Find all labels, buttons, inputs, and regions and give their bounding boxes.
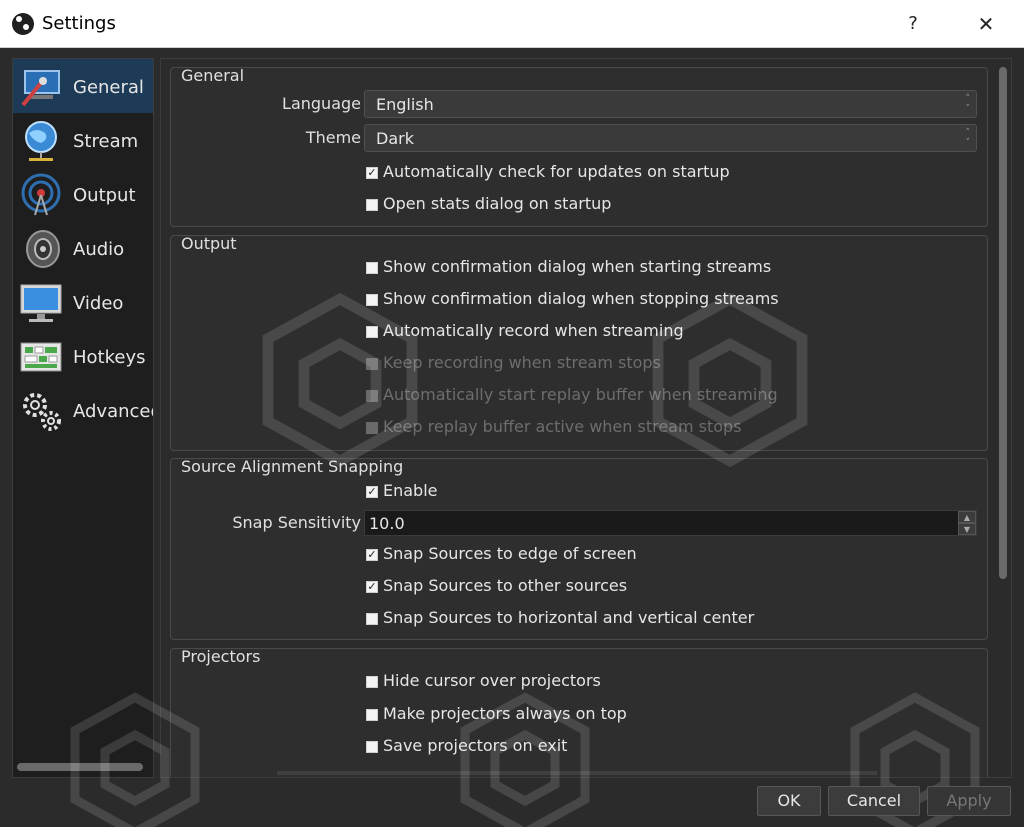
checkbox-icon	[366, 613, 378, 625]
help-button[interactable]: ?	[896, 8, 930, 40]
sidebar-item-label: Video	[73, 293, 124, 314]
sidebar-item-audio[interactable]: Audio	[13, 221, 153, 275]
snap-sensitivity-spinbox[interactable]: 10.0 ▲ ▼	[364, 510, 977, 536]
group-title: Output	[181, 234, 237, 253]
title-bar: Settings ? ✕	[0, 0, 1024, 48]
close-button[interactable]: ✕	[964, 8, 1008, 40]
sidebar-item-output[interactable]: Output	[13, 167, 153, 221]
sidebar-item-label: Advanced	[73, 401, 154, 422]
spin-arrows[interactable]: ▲ ▼	[958, 511, 976, 535]
group-title: General	[181, 66, 245, 85]
globe-icon	[25, 121, 57, 161]
output-signal-icon	[21, 173, 61, 216]
checkbox-label: Snap Sources to horizontal and vertical …	[383, 608, 755, 627]
watermark-cube-icon	[262, 292, 418, 468]
snap-sensitivity-value: 10.0	[369, 514, 405, 533]
watermark-cube-icon	[70, 692, 200, 827]
sidebar-item-hotkeys[interactable]: Hotkeys	[13, 329, 153, 383]
checkbox-icon	[366, 199, 378, 211]
checkbox-label: Enable	[383, 481, 438, 500]
sidebar-item-label: Hotkeys	[73, 347, 146, 368]
checkbox-icon	[366, 709, 378, 721]
checkbox-label: Automatically check for updates on start…	[383, 162, 730, 181]
checkmark-icon: ✓	[366, 485, 378, 498]
checkbox-label: Open stats dialog on startup	[383, 194, 612, 213]
checkbox-label: Show confirmation dialog when starting s…	[383, 257, 772, 276]
gears-icon	[23, 393, 61, 431]
sidebar-item-general[interactable]: General	[13, 59, 153, 113]
checkbox-icon	[366, 741, 378, 753]
arrow-up-icon[interactable]: ▲	[958, 511, 976, 523]
snapping-group: Source Alignment Snapping ✓ Enable Snap …	[170, 457, 988, 640]
spin-arrows-icon: ˄ ˅	[965, 94, 971, 114]
vertical-scrollbar[interactable]	[999, 67, 1007, 579]
settings-sidebar: General Stream Output Audio Video Hotkey…	[12, 58, 154, 778]
checkbox-label: Snap Sources to other sources	[383, 576, 628, 595]
checkbox-icon	[366, 262, 378, 274]
obs-logo-icon	[12, 13, 34, 35]
keyboard-icon	[20, 342, 62, 372]
checkmark-icon: ✓	[366, 166, 378, 179]
ok-button[interactable]: OK	[757, 786, 821, 816]
checkbox-icon	[366, 676, 378, 688]
theme-select[interactable]: Dark ˄ ˅	[364, 124, 977, 152]
monitor-icon	[20, 284, 62, 322]
window-title: Settings	[42, 13, 116, 34]
language-value: English	[376, 95, 434, 114]
snap-sensitivity-label: Snap Sensitivity	[232, 513, 361, 532]
general-icon	[21, 70, 60, 107]
checkmark-icon: ✓	[366, 580, 378, 593]
spin-arrows-icon: ˄ ˅	[965, 128, 971, 148]
watermark-cube-icon	[652, 292, 808, 468]
arrow-down-icon[interactable]: ▼	[958, 523, 976, 535]
checkbox-label: Snap Sources to edge of screen	[383, 544, 637, 563]
watermark-cube-icon	[460, 692, 590, 827]
sidebar-item-label: Audio	[73, 239, 125, 260]
sidebar-item-label: General	[73, 77, 144, 98]
theme-value: Dark	[376, 129, 414, 148]
group-title: Projectors	[181, 647, 261, 666]
speaker-icon	[26, 230, 60, 268]
checkbox-label: Hide cursor over projectors	[383, 671, 601, 690]
theme-label: Theme	[305, 128, 361, 147]
apply-button: Apply	[927, 786, 1011, 816]
sidebar-item-advanced[interactable]: Advanced	[13, 383, 154, 437]
sidebar-item-video[interactable]: Video	[13, 275, 153, 329]
sidebar-item-label: Stream	[73, 131, 139, 152]
sidebar-item-label: Output	[73, 185, 136, 206]
general-group: General Language English ˄ ˅ Theme Dark ˄…	[170, 66, 988, 227]
cancel-button[interactable]: Cancel	[828, 786, 920, 816]
language-select[interactable]: English ˄ ˅	[364, 90, 977, 118]
language-label: Language	[282, 94, 361, 113]
sidebar-item-stream[interactable]: Stream	[13, 113, 153, 167]
checkmark-icon: ✓	[366, 548, 378, 561]
